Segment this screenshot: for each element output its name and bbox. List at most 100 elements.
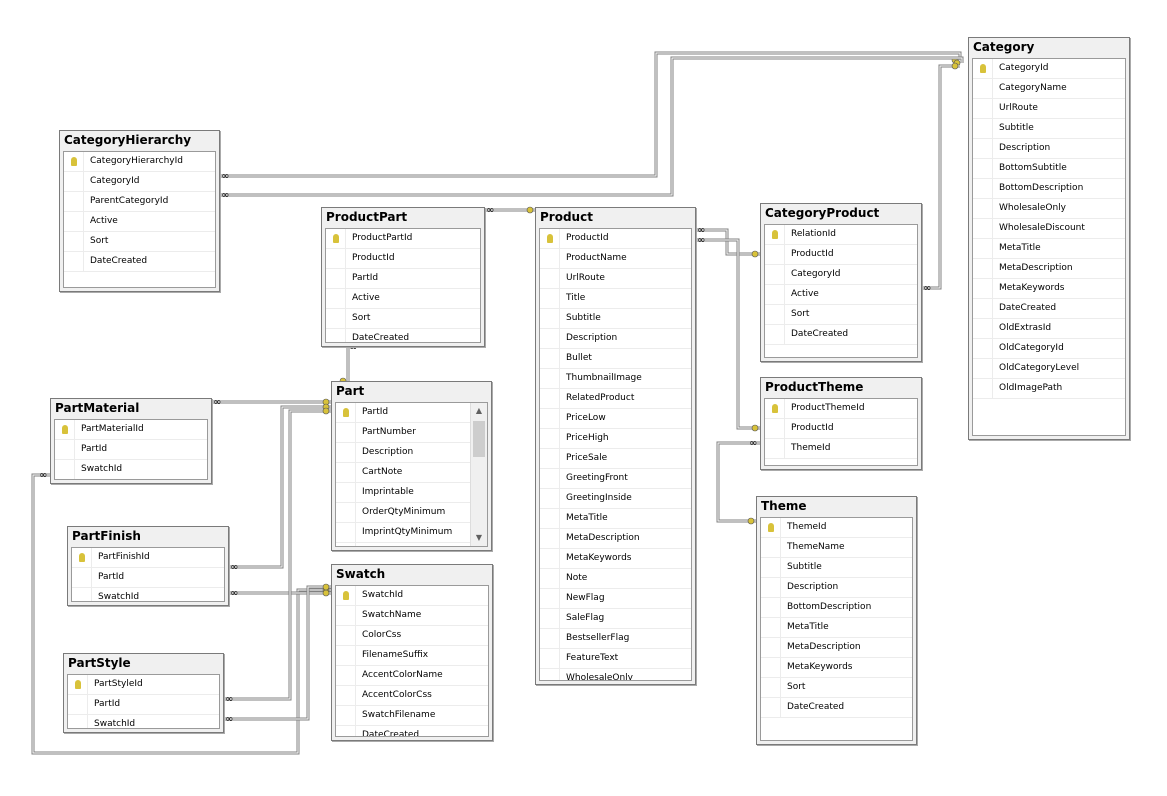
relationship-line[interactable] xyxy=(717,442,760,522)
column-row[interactable]: MetaKeywords xyxy=(540,549,691,569)
table-title[interactable]: Product xyxy=(536,208,695,227)
column-row[interactable]: ProductThemeId xyxy=(765,399,917,419)
column-row[interactable]: GreetingFront xyxy=(540,469,691,489)
column-row[interactable]: Description xyxy=(336,443,471,463)
column-row[interactable]: OldExtrasId xyxy=(973,319,1125,339)
column-row[interactable]: PartStyleId xyxy=(68,675,219,695)
column-row[interactable]: SaleFlag xyxy=(540,609,691,629)
column-row[interactable]: OldImagePath xyxy=(973,379,1125,399)
column-row[interactable]: Active xyxy=(326,289,480,309)
table-swatch[interactable]: Swatch SwatchId SwatchName ColorCss Filename… xyxy=(331,564,493,741)
table-title[interactable]: Category xyxy=(969,38,1129,57)
column-row[interactable]: PartFinishId xyxy=(72,548,224,568)
table-partfinish[interactable]: PartFinish PartFinishId PartId SwatchId xyxy=(67,526,229,606)
relationship-line[interactable] xyxy=(716,441,760,523)
table-title[interactable]: PartStyle xyxy=(64,654,223,673)
column-row[interactable]: WholesaleOnly xyxy=(973,199,1125,219)
column-row[interactable]: UrlRoute xyxy=(540,269,691,289)
table-title[interactable]: CategoryProduct xyxy=(761,204,921,223)
column-row[interactable]: PartMaterialId xyxy=(55,420,207,440)
table-product[interactable]: Product ProductId ProductName UrlRoute Title… xyxy=(535,207,696,685)
column-row[interactable]: ThemeName xyxy=(761,538,912,558)
column-row[interactable]: ThemeId xyxy=(761,518,912,538)
column-row[interactable]: ParentCategoryId xyxy=(64,192,215,212)
column-row[interactable]: UrlRoute xyxy=(973,99,1125,119)
column-row[interactable]: OldCategoryId xyxy=(973,339,1125,359)
column-row[interactable]: BottomSubtitle xyxy=(973,159,1125,179)
column-row[interactable]: CategoryId xyxy=(64,172,215,192)
relationship-line[interactable] xyxy=(220,52,961,177)
column-row[interactable]: PriceSale xyxy=(540,449,691,469)
column-row[interactable]: MetaTitle xyxy=(761,618,912,638)
column-row[interactable]: ProductId xyxy=(540,229,691,249)
column-row[interactable]: Description xyxy=(761,578,912,598)
column-row[interactable]: PartNumber xyxy=(336,423,471,443)
column-row[interactable]: CategoryName xyxy=(973,79,1125,99)
column-row[interactable]: Subtitle xyxy=(761,558,912,578)
column-row[interactable]: SwatchId xyxy=(55,460,207,479)
column-row[interactable]: CategoryId xyxy=(973,59,1125,79)
column-row[interactable]: WholesaleOnly xyxy=(540,669,691,680)
column-row[interactable]: Subtitle xyxy=(540,309,691,329)
column-row[interactable]: MetaDescription xyxy=(540,529,691,549)
column-row[interactable]: ThemeId xyxy=(765,439,917,459)
column-row[interactable]: PartId xyxy=(68,695,219,715)
column-row[interactable]: DateCreated xyxy=(973,299,1125,319)
column-row[interactable]: ColorCss xyxy=(336,626,488,646)
column-row[interactable]: ProductId xyxy=(765,245,917,265)
table-title[interactable]: Swatch xyxy=(332,565,492,584)
table-category[interactable]: Category CategoryId CategoryName UrlRoute Su… xyxy=(968,37,1130,440)
column-row[interactable]: SwatchId xyxy=(72,588,224,601)
column-row[interactable]: MetaTitle xyxy=(540,509,691,529)
column-row[interactable]: SwatchFilename xyxy=(336,706,488,726)
column-row[interactable]: MetaDescription xyxy=(973,259,1125,279)
column-row[interactable]: MetaDescription xyxy=(761,638,912,658)
column-row[interactable]: MetaKeywords xyxy=(973,279,1125,299)
table-title[interactable]: ProductPart xyxy=(322,208,484,227)
column-row[interactable]: DateCreated xyxy=(765,325,917,345)
table-title[interactable]: Part xyxy=(332,382,491,401)
column-row[interactable]: AccentColorName xyxy=(336,666,488,686)
table-title[interactable]: ProductTheme xyxy=(761,378,921,397)
column-row[interactable]: ProductPartId xyxy=(326,229,480,249)
column-row[interactable]: Active xyxy=(765,285,917,305)
column-row[interactable]: RelatedProduct xyxy=(540,389,691,409)
column-row[interactable]: PartId xyxy=(336,403,471,423)
relationship-line[interactable] xyxy=(696,238,760,430)
column-row[interactable]: ProductId xyxy=(765,419,917,439)
table-part[interactable]: Part PartId PartNumber Description CartNote I… xyxy=(331,381,492,551)
column-row[interactable]: SwatchName xyxy=(336,606,488,626)
column-row[interactable]: FeatureText xyxy=(540,649,691,669)
column-row[interactable]: Subtitle xyxy=(973,119,1125,139)
column-row[interactable]: PartId xyxy=(326,269,480,289)
relationship-line[interactable] xyxy=(220,51,962,178)
column-row[interactable]: CartNote xyxy=(336,463,471,483)
column-row[interactable]: Description xyxy=(540,329,691,349)
scroll-thumb[interactable] xyxy=(473,421,485,457)
column-row[interactable]: PartId xyxy=(55,440,207,460)
column-row[interactable]: AccentColorCss xyxy=(336,686,488,706)
table-theme[interactable]: Theme ThemeId ThemeName Subtitle Description… xyxy=(756,496,917,745)
column-row[interactable]: CategoryHierarchyId xyxy=(64,152,215,172)
table-producttheme[interactable]: ProductTheme ProductThemeId ProductId Theme… xyxy=(760,377,922,470)
column-row[interactable]: Imprintable xyxy=(336,483,471,503)
column-row[interactable]: Sort xyxy=(326,309,480,329)
column-row[interactable]: GreetingInside xyxy=(540,489,691,509)
relationship-line[interactable] xyxy=(220,56,964,197)
table-title[interactable]: CategoryHierarchy xyxy=(60,131,219,150)
table-categoryhierarchy[interactable]: CategoryHierarchy CategoryHierarchyId Cate… xyxy=(59,130,220,292)
table-categoryproduct[interactable]: CategoryProduct RelationId ProductId Catego… xyxy=(760,203,922,362)
column-row[interactable]: PriceHigh xyxy=(540,429,691,449)
column-row[interactable]: PriceLow xyxy=(540,409,691,429)
column-row[interactable]: Bullet xyxy=(540,349,691,369)
column-row[interactable]: ImprintQtyMinimum xyxy=(336,523,471,543)
column-row[interactable]: WholesaleQtyMultiple xyxy=(336,543,471,546)
column-row[interactable]: PartId xyxy=(72,568,224,588)
column-row[interactable]: Sort xyxy=(64,232,215,252)
table-title[interactable]: PartMaterial xyxy=(51,399,211,418)
table-title[interactable]: PartFinish xyxy=(68,527,228,546)
table-title[interactable]: Theme xyxy=(757,497,916,516)
column-row[interactable]: MetaTitle xyxy=(973,239,1125,259)
column-row[interactable]: SwatchId xyxy=(336,586,488,606)
column-row[interactable]: NewFlag xyxy=(540,589,691,609)
